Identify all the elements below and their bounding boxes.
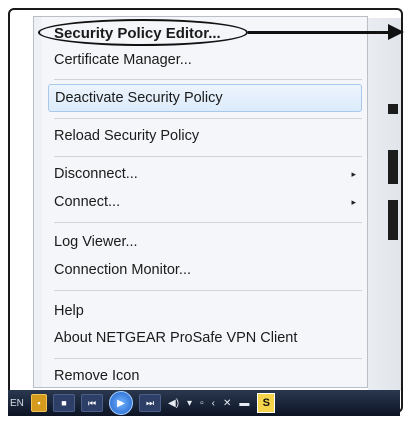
tray-tools-icon[interactable]: ✕ bbox=[223, 398, 231, 409]
taskbar: EN ▪ ■ ⏮ ▶ ⏭ ◀) ▾ ▫ ‹ ✕ ▬ S bbox=[8, 390, 400, 416]
menu-item-about[interactable]: About NETGEAR ProSafe VPN Client bbox=[48, 324, 362, 352]
language-indicator[interactable]: EN bbox=[10, 398, 28, 409]
menu-item-certificate-manager[interactable]: Certificate Manager... bbox=[48, 46, 362, 74]
menu-item-label: Connection Monitor... bbox=[54, 262, 192, 278]
menu-item-disconnect[interactable]: Disconnect... ▸ bbox=[48, 160, 362, 188]
volume-icon[interactable]: ◀) bbox=[168, 398, 179, 409]
menu-separator bbox=[54, 222, 362, 223]
menu-item-label: Log Viewer... bbox=[54, 234, 138, 250]
tray-context-menu: Security Policy Editor... Certificate Ma… bbox=[33, 16, 368, 388]
menu-item-label: Connect... bbox=[54, 194, 121, 210]
menu-item-reload-security-policy[interactable]: Reload Security Policy bbox=[48, 122, 362, 150]
menu-separator bbox=[54, 79, 362, 80]
media-player-icon[interactable]: ▪ bbox=[31, 394, 47, 412]
menu-item-label: Remove Icon bbox=[54, 368, 140, 384]
menu-item-connection-monitor[interactable]: Connection Monitor... bbox=[48, 256, 362, 284]
desktop-window-edge bbox=[388, 104, 398, 114]
menu-item-deactivate-security-policy[interactable]: Deactivate Security Policy bbox=[48, 84, 362, 112]
menu-item-label: Reload Security Policy bbox=[54, 128, 200, 144]
media-play-icon[interactable]: ▶ bbox=[109, 391, 133, 415]
menu-item-help[interactable]: Help bbox=[48, 297, 362, 325]
submenu-arrow-icon: ▸ bbox=[351, 197, 356, 207]
menu-item-label: Certificate Manager... bbox=[54, 52, 192, 68]
menu-item-label: Help bbox=[54, 303, 84, 319]
network-icon[interactable]: ▫ bbox=[200, 398, 204, 409]
menu-item-label: About NETGEAR ProSafe VPN Client bbox=[54, 330, 298, 346]
menu-separator bbox=[54, 118, 362, 119]
screenshot: Security Policy Editor... Certificate Ma… bbox=[0, 0, 418, 423]
desktop-window-edge bbox=[388, 200, 398, 240]
menu-item-label: Security Policy Editor... bbox=[54, 25, 221, 42]
menu-separator bbox=[54, 156, 362, 157]
menu-item-label: Deactivate Security Policy bbox=[55, 90, 223, 106]
menu-separator bbox=[54, 290, 362, 291]
volume-dropdown-icon[interactable]: ▾ bbox=[187, 398, 192, 409]
menu-item-remove-icon[interactable]: Remove Icon bbox=[48, 362, 362, 390]
callout-arrow-head-icon bbox=[388, 24, 404, 40]
menu-separator bbox=[54, 358, 362, 359]
media-next-icon[interactable]: ⏭ bbox=[139, 394, 161, 412]
submenu-arrow-icon: ▸ bbox=[351, 169, 356, 179]
menu-item-security-policy-editor[interactable]: Security Policy Editor... bbox=[48, 20, 362, 48]
menu-item-log-viewer[interactable]: Log Viewer... bbox=[48, 228, 362, 256]
menu-gutter bbox=[34, 17, 42, 387]
tray-monitor-icon[interactable]: ▬ bbox=[239, 398, 249, 409]
callout-arrow-line bbox=[248, 31, 390, 34]
tray-expand-icon[interactable]: ‹ bbox=[212, 398, 215, 409]
vpn-client-icon[interactable]: S bbox=[257, 393, 276, 413]
media-stop-icon[interactable]: ■ bbox=[53, 394, 75, 412]
menu-item-connect[interactable]: Connect... ▸ bbox=[48, 188, 362, 216]
menu-item-label: Disconnect... bbox=[54, 166, 138, 182]
desktop-window-edge bbox=[388, 150, 398, 184]
media-prev-icon[interactable]: ⏮ bbox=[81, 394, 103, 412]
